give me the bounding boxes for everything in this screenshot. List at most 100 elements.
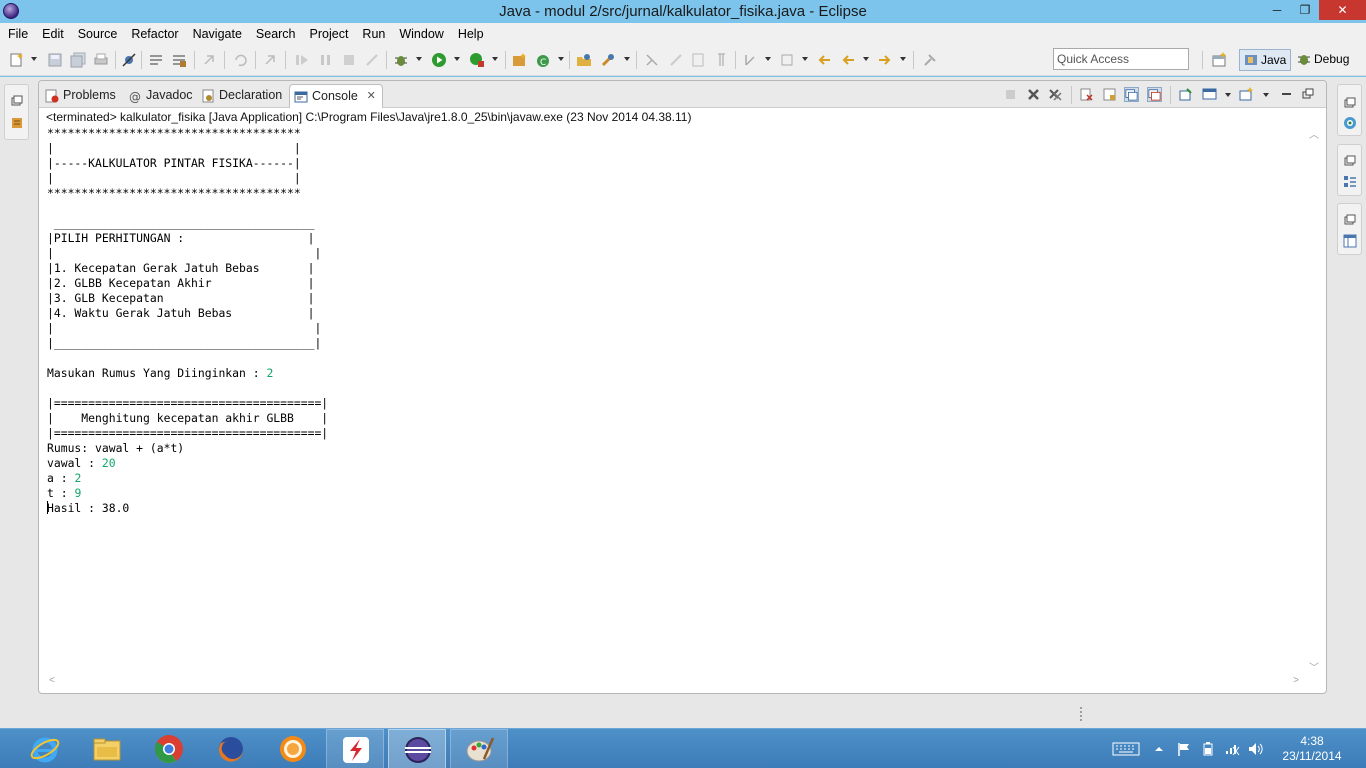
prev-edit-icon[interactable] xyxy=(779,52,795,68)
tab-close-icon[interactable]: ✕ xyxy=(367,85,376,107)
last-edit-icon[interactable] xyxy=(201,52,217,68)
run-icon[interactable] xyxy=(431,52,447,68)
next-annotation-icon[interactable] xyxy=(644,52,660,68)
open-perspective-icon[interactable] xyxy=(1211,52,1227,68)
toggle-block-icon[interactable] xyxy=(171,52,187,68)
show-whitespace-icon[interactable] xyxy=(690,52,706,68)
redo-icon[interactable] xyxy=(262,52,278,68)
open-console-dropdown-icon[interactable] xyxy=(1263,93,1269,97)
restore-icon[interactable] xyxy=(1344,214,1356,226)
scroll-lock-icon[interactable] xyxy=(1102,87,1117,102)
clear-console-icon[interactable] xyxy=(1079,87,1094,102)
show-hidden-icons-icon[interactable] xyxy=(1154,742,1164,756)
scroll-left-icon[interactable]: < xyxy=(49,675,55,686)
menu-project[interactable]: Project xyxy=(303,24,356,44)
prev-annotation-icon[interactable] xyxy=(668,52,684,68)
terminate-icon[interactable] xyxy=(341,52,357,68)
view-icon[interactable] xyxy=(1343,234,1357,248)
taskbar-eclipse[interactable] xyxy=(388,729,446,768)
show-on-stdout-icon[interactable] xyxy=(1124,87,1139,102)
pilcrow-icon[interactable] xyxy=(712,52,728,68)
minimize-button[interactable]: ─ xyxy=(1263,0,1291,20)
debug-dropdown-icon[interactable] xyxy=(416,57,422,61)
taskbar-orb-browser[interactable] xyxy=(264,729,322,768)
task-list-icon[interactable] xyxy=(1343,116,1357,130)
taskbar-firefox[interactable] xyxy=(202,729,260,768)
suspend-icon[interactable] xyxy=(318,52,334,68)
show-on-stderr-icon[interactable] xyxy=(1147,87,1162,102)
save-all-icon[interactable] xyxy=(70,52,86,68)
keyboard-icon[interactable] xyxy=(1112,742,1140,756)
external-tools-dropdown-icon[interactable] xyxy=(492,57,498,61)
new-java-project-icon[interactable] xyxy=(511,52,527,68)
new-class-icon[interactable]: C xyxy=(535,52,551,68)
outline-icon[interactable] xyxy=(1343,175,1357,189)
menu-navigate[interactable]: Navigate xyxy=(186,24,249,44)
package-explorer-icon[interactable] xyxy=(11,117,23,129)
open-type-icon[interactable] xyxy=(576,52,592,68)
network-icon[interactable] xyxy=(1224,742,1240,756)
taskbar-file-explorer[interactable] xyxy=(78,729,136,768)
menu-file[interactable]: File xyxy=(1,24,35,44)
taskbar-chrome[interactable] xyxy=(140,729,198,768)
back-dropdown-icon[interactable] xyxy=(863,57,869,61)
back-icon[interactable] xyxy=(840,52,856,68)
scroll-right-icon[interactable]: > xyxy=(1293,675,1299,686)
menu-run[interactable]: Run xyxy=(355,24,392,44)
save-icon[interactable] xyxy=(47,52,63,68)
toggle-mark-icon[interactable] xyxy=(148,52,164,68)
next-edit-dropdown-icon[interactable] xyxy=(765,57,771,61)
remove-all-terminated-icon[interactable] xyxy=(1048,87,1063,102)
next-edit-icon[interactable] xyxy=(742,52,758,68)
disconnect-icon[interactable] xyxy=(364,52,380,68)
display-console-icon[interactable] xyxy=(1202,87,1217,102)
quick-access-input[interactable]: Quick Access xyxy=(1053,48,1189,70)
taskbar-red-app[interactable] xyxy=(326,729,384,768)
menu-search[interactable]: Search xyxy=(249,24,303,44)
external-tools-icon[interactable] xyxy=(469,52,485,68)
print-icon[interactable] xyxy=(93,52,109,68)
taskbar-paint[interactable] xyxy=(450,729,508,768)
open-console-icon[interactable] xyxy=(1239,87,1254,102)
run-dropdown-icon[interactable] xyxy=(454,57,460,61)
java-perspective-button[interactable]: Java xyxy=(1239,49,1292,71)
tab-console[interactable]: Console ✕ xyxy=(289,84,383,108)
debug-perspective-button[interactable]: Debug xyxy=(1293,49,1353,71)
scroll-up-icon[interactable]: ︿ xyxy=(1309,126,1319,141)
forward-icon[interactable] xyxy=(877,52,893,68)
restore-icon[interactable] xyxy=(11,95,23,107)
grip-handle-icon[interactable] xyxy=(1078,706,1084,724)
tab-problems[interactable]: Problems xyxy=(41,84,116,108)
restore-icon[interactable] xyxy=(1344,97,1356,109)
search-dropdown-icon[interactable] xyxy=(624,57,630,61)
undo-icon[interactable] xyxy=(232,52,248,68)
remove-launch-icon[interactable] xyxy=(1026,87,1041,102)
menu-edit[interactable]: Edit xyxy=(35,24,71,44)
new-class-dropdown-icon[interactable] xyxy=(558,57,564,61)
battery-icon[interactable] xyxy=(1200,742,1216,756)
menu-refactor[interactable]: Refactor xyxy=(124,24,185,44)
console-output[interactable]: ************************************* | |… xyxy=(47,126,1303,676)
search-icon[interactable] xyxy=(600,52,616,68)
maximize-button[interactable]: ❐ xyxy=(1291,0,1319,20)
horizontal-scrollbar[interactable]: < > xyxy=(41,675,1303,691)
pin-console-icon[interactable] xyxy=(1178,87,1193,102)
debug-icon[interactable] xyxy=(393,52,409,68)
system-clock[interactable]: 4:38 23/11/2014 xyxy=(1277,734,1347,764)
tab-declaration[interactable]: Declaration xyxy=(197,84,282,108)
restore-icon[interactable] xyxy=(1344,155,1356,167)
action-center-flag-icon[interactable] xyxy=(1176,742,1192,756)
menu-window[interactable]: Window xyxy=(392,24,450,44)
menu-help[interactable]: Help xyxy=(451,24,491,44)
pin-editor-icon[interactable] xyxy=(922,52,938,68)
tab-javadoc[interactable]: @ Javadoc xyxy=(124,84,193,108)
close-button[interactable]: ✕ xyxy=(1319,0,1366,20)
resume-icon[interactable] xyxy=(294,52,310,68)
prev-edit-dropdown-icon[interactable] xyxy=(802,57,808,61)
maximize-view-icon[interactable] xyxy=(1301,87,1316,102)
new-icon[interactable] xyxy=(9,52,25,68)
terminate-console-icon[interactable] xyxy=(1003,87,1018,102)
vertical-scrollbar[interactable]: ︿ ﹀ xyxy=(1304,126,1324,674)
minimize-view-icon[interactable] xyxy=(1279,87,1294,102)
new-dropdown-icon[interactable] xyxy=(31,57,37,61)
